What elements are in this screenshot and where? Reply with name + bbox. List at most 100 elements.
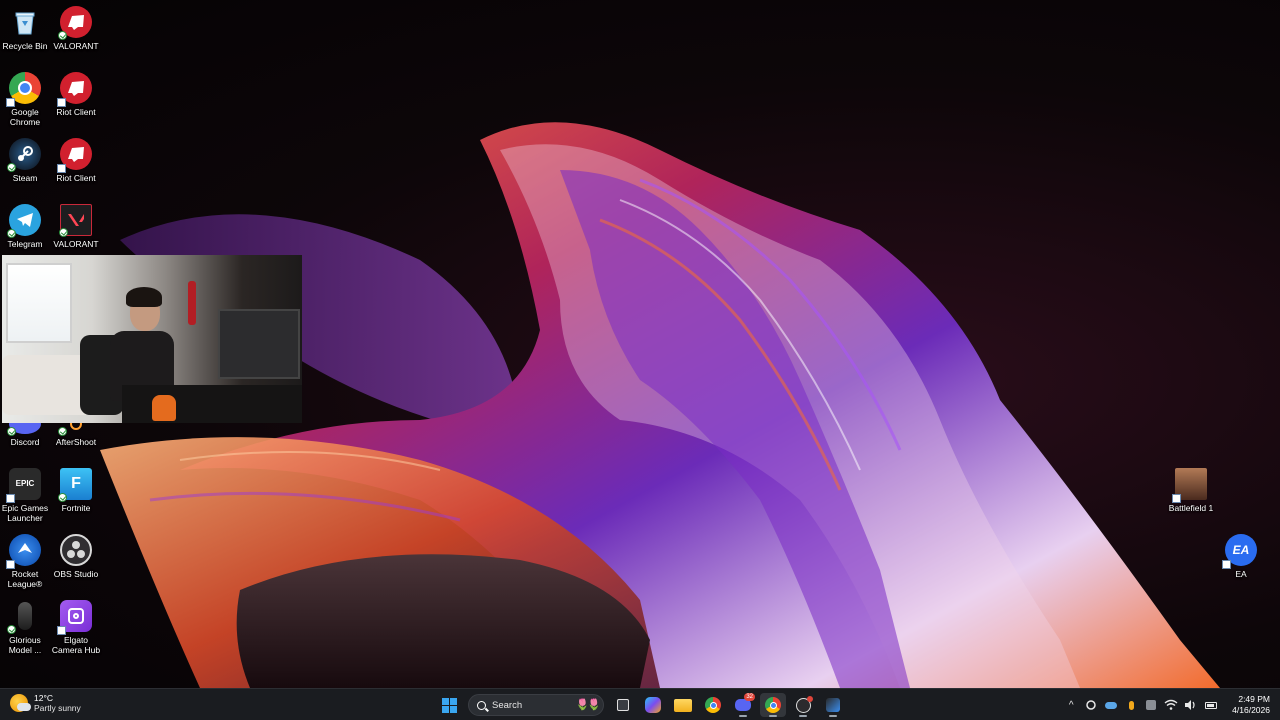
taskbar-apps: Search 🌷🌷 32 — [436, 693, 846, 717]
shortcut-arrow-icon — [6, 494, 15, 503]
desktop-icon-steam[interactable]: Steam — [0, 138, 54, 183]
desktop-icon-riot-client[interactable]: Riot Client — [47, 72, 105, 117]
copilot-button[interactable] — [640, 693, 666, 717]
windows-start-icon — [441, 697, 457, 713]
webcam-bottle — [152, 395, 176, 421]
epic-games-icon: EPIC — [6, 468, 41, 503]
clock-time: 2:49 PM — [1238, 694, 1270, 704]
shortcut-arrow-icon — [6, 98, 15, 107]
desktop-icon-fortnite[interactable]: F Fortnite — [47, 468, 105, 513]
epic-games-logo-text: EPIC — [15, 479, 35, 488]
obs-studio-icon — [60, 534, 92, 566]
desktop-icon-label: VALORANT — [53, 239, 99, 249]
webcam-overlay — [2, 255, 302, 423]
chrome-active-taskbar-button[interactable] — [760, 693, 786, 717]
shortcut-arrow-icon — [57, 164, 66, 173]
webcam-microphone — [188, 281, 196, 325]
desktop-icon-epic-games-launcher[interactable]: EPIC Epic Games Launcher — [0, 468, 54, 523]
webcam-monitor — [218, 309, 300, 379]
riot-client-icon — [57, 72, 92, 107]
elgato-camera-hub-icon — [57, 600, 92, 635]
chrome-icon — [705, 697, 721, 713]
taskbar: 12°C Partly sunny Search 🌷🌷 32 ^ 2:49 PM… — [0, 688, 1280, 720]
desktop-icon-label: OBS Studio — [53, 569, 99, 579]
onedrive-icon[interactable] — [1104, 698, 1118, 712]
weather-widget[interactable]: 12°C Partly sunny — [10, 693, 81, 713]
task-view-icon — [617, 699, 629, 711]
sync-status-icon — [58, 427, 67, 436]
desktop-icon-riot-client-2[interactable]: Riot Client — [47, 138, 105, 183]
task-view-button[interactable] — [610, 693, 636, 717]
desktop-icon-valorant-riot[interactable]: VALORANT — [47, 6, 105, 51]
recycle-bin-icon — [9, 6, 41, 38]
shortcut-arrow-icon — [6, 560, 15, 569]
desktop-icon-valorant[interactable]: VALORANT — [47, 204, 105, 249]
app-tray-icon[interactable] — [1144, 698, 1158, 712]
chrome-taskbar-button[interactable] — [700, 693, 726, 717]
telegram-icon — [7, 204, 41, 238]
chrome-icon — [6, 72, 41, 107]
wifi-icon[interactable] — [1164, 698, 1178, 712]
weather-temperature: 12°C — [34, 693, 53, 703]
desktop-icon-label: Steam — [12, 173, 38, 183]
valorant-icon — [59, 204, 92, 237]
webcam-person-hair — [126, 287, 162, 307]
taskbar-clock[interactable]: 2:49 PM 4/16/2026 — [1232, 694, 1270, 716]
taskbar-search-box[interactable]: Search 🌷🌷 — [468, 694, 604, 716]
volume-icon[interactable] — [1184, 698, 1198, 712]
chrome-icon — [765, 697, 781, 713]
desktop-icon-label: Telegram — [7, 239, 43, 249]
sync-status-icon — [7, 427, 16, 436]
ea-icon: EA — [1222, 534, 1257, 569]
desktop-icon-elgato-camera-hub[interactable]: Elgato Camera Hub — [47, 600, 105, 655]
search-icon — [477, 700, 486, 710]
desktop-icon-label: Riot Client — [56, 173, 96, 183]
desktop-icon-glorious-model[interactable]: Glorious Model ... — [0, 600, 54, 655]
desktop-icon-label: Riot Client — [56, 107, 96, 117]
sync-status-icon — [58, 493, 67, 502]
desktop-icon-label: VALORANT — [53, 41, 99, 51]
file-explorer-button[interactable] — [670, 693, 696, 717]
desktop-icon-obs-studio[interactable]: OBS Studio — [47, 534, 105, 579]
shortcut-arrow-icon — [57, 626, 66, 635]
desktop-icon-rocket-league[interactable]: Rocket League® — [0, 534, 54, 589]
sync-status-icon — [7, 163, 16, 172]
desktop-icon-label: Fortnite — [61, 503, 91, 513]
start-button[interactable] — [436, 693, 462, 717]
obs-taskbar-button[interactable] — [790, 693, 816, 717]
desktop-icon-label: Elgato Camera Hub — [51, 635, 101, 655]
steam-icon — [7, 138, 41, 172]
desktop-icon-label: AfterShoot — [55, 437, 97, 447]
desktop-icon-label: Discord — [10, 437, 40, 447]
sync-status-icon — [58, 31, 67, 40]
system-tray: ^ 2:49 PM 4/16/2026 — [1064, 692, 1270, 718]
microphone-in-use-icon[interactable] — [1124, 698, 1138, 712]
shortcut-arrow-icon — [1172, 494, 1181, 503]
ea-logo-text: EA — [1232, 543, 1250, 557]
discord-taskbar-button[interactable]: 32 — [730, 693, 756, 717]
obs-icon — [795, 695, 813, 713]
sync-status-icon — [7, 625, 16, 634]
fortnite-icon: F — [58, 468, 92, 502]
webcam-desk — [122, 385, 302, 423]
valorant-riot-icon — [58, 6, 92, 40]
show-hidden-icons-chevron-icon[interactable]: ^ — [1064, 698, 1078, 712]
shortcut-arrow-icon — [57, 98, 66, 107]
riot-client-icon — [57, 138, 92, 173]
desktop-icon-battlefield-1[interactable]: Battlefield 1 — [1162, 468, 1220, 513]
desktop-icon-recycle-bin[interactable]: Recycle Bin — [0, 6, 54, 51]
sync-tray-icon[interactable] — [1084, 698, 1098, 712]
clock-date: 4/16/2026 — [1232, 705, 1270, 715]
webcam-background-window — [6, 263, 72, 343]
desktop-icon-label: EA — [1235, 569, 1247, 579]
glorious-mouse-icon — [7, 600, 41, 634]
desktop-icon-ea[interactable]: EA EA — [1212, 534, 1270, 579]
weather-description: Partly sunny — [34, 703, 81, 713]
partly-sunny-icon — [10, 694, 31, 712]
desktop-icon-label: Rocket League® — [7, 569, 43, 589]
desktop-icon-google-chrome[interactable]: Google Chrome — [0, 72, 54, 127]
battery-icon[interactable] — [1204, 698, 1218, 712]
desktop-icon-telegram[interactable]: Telegram — [0, 204, 54, 249]
photo-app-taskbar-button[interactable] — [820, 693, 846, 717]
battlefield-icon — [1172, 468, 1207, 503]
